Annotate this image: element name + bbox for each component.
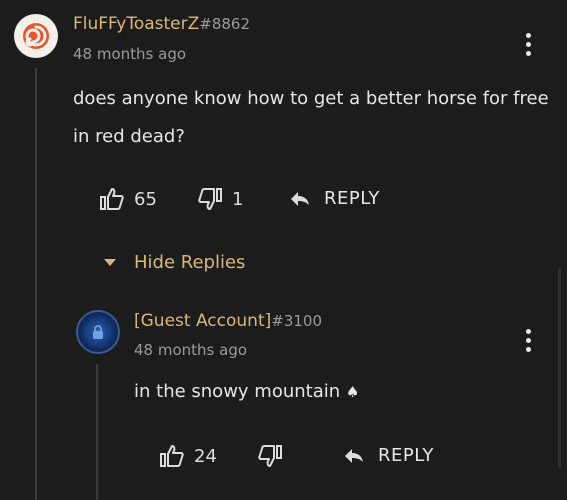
thumbs-up-icon [100,188,124,210]
reply-user-discriminator: #3100 [271,312,322,330]
reply-avatar[interactable] [76,310,120,354]
reply-reply-label: REPLY [378,445,434,466]
thumbs-up-icon [160,445,184,467]
comment-body: does anyone know how to get a better hor… [73,80,553,156]
avatar[interactable] [14,14,58,58]
reply-arrow-icon [291,191,309,206]
swirl-logo-icon [23,23,49,49]
thread-line-reply [96,364,98,500]
spade-emoji: ♠ [345,383,360,401]
reply-username[interactable]: [Guest Account]#3100 [134,311,322,331]
hide-replies-label: Hide Replies [134,252,246,273]
reply-body: in the snowy mountain ♠ [134,373,534,411]
reply-arrow-icon [345,448,363,463]
reply-timestamp: 48 months ago [134,341,248,359]
comment-body-line-1: does anyone know how to get a better hor… [73,88,549,109]
like-button[interactable]: 65 [100,188,157,210]
comment-timestamp: 48 months ago [73,45,187,63]
triangle-down-icon [104,259,116,266]
reply-reply-button[interactable]: REPLY [344,445,434,466]
thread-line-main [35,68,37,500]
dislike-button[interactable]: 1 [198,188,243,210]
reply-username-text[interactable]: [Guest Account] [134,311,271,331]
scrollbar[interactable] [558,268,561,468]
like-count: 65 [134,188,157,210]
reply-label: REPLY [324,188,380,209]
reply-dislike-button[interactable] [258,445,282,467]
more-options-button[interactable] [518,29,538,59]
comments-thread: FluFFyToasterZ#8862 48 months ago does a… [0,0,567,500]
username-text[interactable]: FluFFyToasterZ [73,14,199,34]
user-discriminator: #8862 [199,15,251,33]
reply-button[interactable]: REPLY [290,188,380,209]
more-vertical-icon [525,32,531,38]
thumbs-down-icon [258,445,282,467]
hide-replies-button[interactable]: Hide Replies [104,252,245,273]
comment-username[interactable]: FluFFyToasterZ#8862 [73,14,250,34]
more-vertical-icon [525,328,531,334]
lock-icon [93,325,103,339]
dislike-count: 1 [232,188,244,210]
reply-body-text: in the snowy mountain [134,381,341,402]
reply-more-options-button[interactable] [518,325,538,355]
comment-body-line-2: in red dead? [73,126,185,147]
reply-like-button[interactable]: 24 [160,445,217,467]
reply-like-count: 24 [194,445,217,467]
thumbs-down-icon [198,188,222,210]
